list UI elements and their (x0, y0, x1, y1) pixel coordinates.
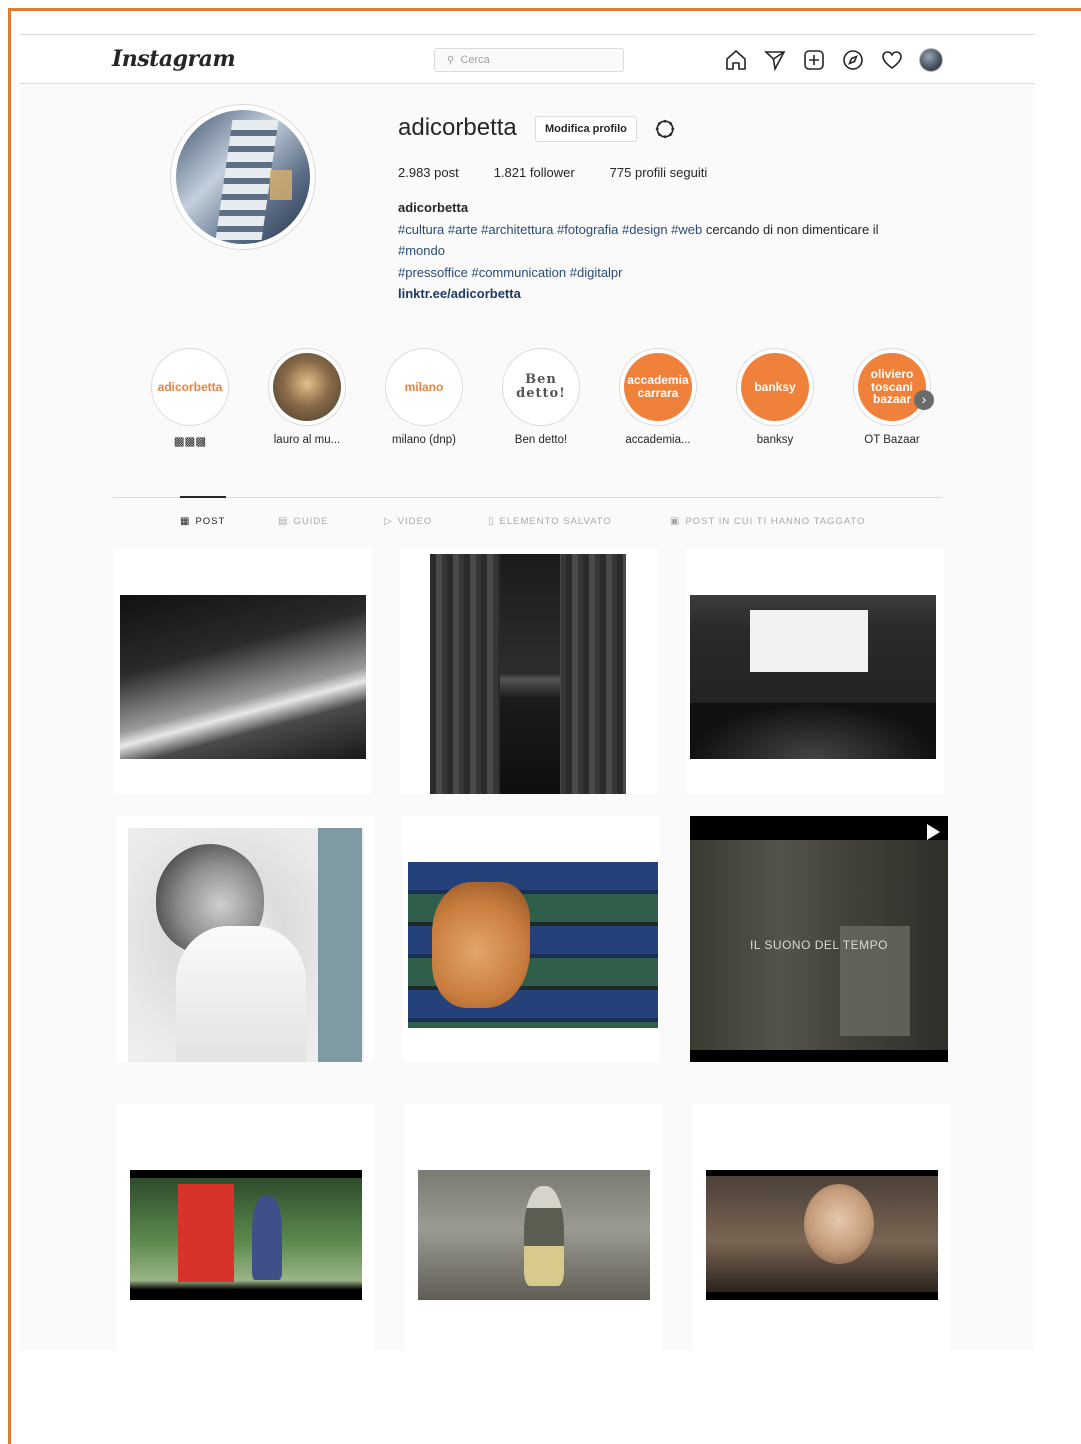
posts-count: 2.983 post (398, 165, 459, 180)
grid-icon: ▦ (180, 516, 191, 527)
home-icon[interactable] (724, 48, 748, 72)
tab-guide[interactable]: ▤ GUIDE (278, 516, 329, 527)
tagged-icon: ▣ (670, 516, 681, 527)
highlight-item[interactable]: lauro al mu... (267, 348, 347, 446)
highlight-ring: accademia carrara (619, 348, 697, 426)
highlight-cover: Ben detto! (507, 353, 575, 421)
active-tab-indicator (180, 496, 226, 498)
chevron-right-icon[interactable]: › (914, 390, 934, 410)
highlight-cover: milano (390, 353, 458, 421)
highlight-label: milano (dnp) (392, 434, 456, 446)
cinema-screen (750, 610, 868, 672)
instagram-logo[interactable]: Instagram (112, 46, 236, 72)
guide-icon: ▤ (278, 516, 289, 527)
theatre-stage-image (120, 595, 366, 759)
portrait-side-banner (318, 828, 362, 1062)
highlight-ring: Ben detto! (502, 348, 580, 426)
play-icon (927, 824, 940, 840)
search-icon: ⚲ (447, 55, 455, 66)
cinema-audience (690, 703, 936, 759)
profile-stats: 2.983 post 1.821 follower 775 profili se… (398, 165, 707, 180)
post-thumbnail[interactable] (114, 548, 372, 794)
highlight-ring: banksy (736, 348, 814, 426)
tab-label: VIDEO (397, 516, 433, 527)
curtain-opening (500, 554, 560, 794)
tab-label: POST (195, 516, 226, 527)
sculpture-park-image (130, 1170, 362, 1300)
video-caption: IL SUONO DEL TEMPO (750, 938, 888, 952)
highlight-ring (268, 348, 346, 426)
search-placeholder: Cerca (460, 54, 490, 66)
highlight-label: accademia... (625, 434, 691, 446)
highlight-ring: adicorbetta (151, 348, 229, 426)
profile-username: adicorbetta (398, 114, 517, 141)
tab-post[interactable]: ▦ POST (180, 516, 225, 527)
following-count[interactable]: 775 profili seguiti (610, 165, 708, 180)
highlight-item[interactable]: Ben detto! Ben detto! (501, 348, 581, 446)
hand-image (432, 882, 530, 1008)
tab-saved[interactable]: ▯ ELEMENTO SALVATO (488, 516, 612, 527)
highlight-cover: banksy (741, 353, 809, 421)
portrait-shirt (176, 926, 306, 1062)
highlight-cover: accademia carrara (624, 353, 692, 421)
post-thumbnail[interactable] (404, 1104, 662, 1350)
instagram-profile-page: Instagram ⚲ Cerca adicorbetta Modifica p… (20, 34, 1035, 1350)
activity-icon[interactable] (880, 48, 904, 72)
top-nav-bar: Instagram ⚲ Cerca (20, 34, 1035, 84)
tab-video[interactable]: ▷ VIDEO (384, 516, 432, 527)
bookmark-icon: ▯ (488, 516, 495, 527)
new-post-icon[interactable] (802, 48, 826, 72)
direct-icon[interactable] (763, 48, 787, 72)
highlight-ring: milano (385, 348, 463, 426)
seated-man (524, 1186, 564, 1286)
post-thumbnail-video[interactable]: IL SUONO DEL TEMPO (690, 816, 948, 1062)
followers-count[interactable]: 1.821 follower (494, 165, 575, 180)
bio-hashtags[interactable]: #cultura #arte #architettura #fotografia… (398, 222, 702, 237)
highlight-label: Ben detto! (514, 434, 568, 446)
post-thumbnail[interactable] (686, 548, 944, 794)
post-thumbnail[interactable] (116, 1104, 374, 1350)
highlight-label: ▩▩▩ (173, 436, 207, 448)
bio-hashtags-line-1[interactable]: #cultura #arte #architettura #fotografia… (398, 222, 879, 237)
post-thumbnail[interactable] (692, 1104, 950, 1350)
highlight-item[interactable]: adicorbetta ▩▩▩ (150, 348, 230, 448)
red-sculpture (178, 1184, 234, 1282)
post-thumbnail[interactable] (402, 816, 660, 1062)
highlight-item[interactable]: accademia carrara accademia... (618, 348, 698, 446)
speaking-woman (804, 1184, 874, 1264)
bio-link[interactable]: linktr.ee/adicorbetta (398, 286, 521, 301)
gear-icon[interactable] (654, 118, 676, 140)
bio-text: cercando di non dimenticare il (702, 222, 879, 237)
post-thumbnail[interactable] (116, 816, 374, 1062)
profile-photo (176, 110, 310, 244)
bio-hashtags-line-3[interactable]: #pressoffice #communication #digitalpr (398, 265, 623, 280)
search-input[interactable]: ⚲ Cerca (434, 48, 624, 72)
highlight-ring: oliviero toscani bazaar (853, 348, 931, 426)
tab-tagged[interactable]: ▣ POST IN CUI TI HANNO TAGGATO (670, 516, 865, 527)
tab-label: ELEMENTO SALVATO (499, 516, 612, 527)
highlight-item[interactable]: milano milano (dnp) (384, 348, 464, 446)
nav-icons (724, 47, 943, 73)
bio-name: adicorbetta (398, 200, 469, 215)
highlight-item[interactable]: banksy banksy (735, 348, 815, 446)
post-thumbnail[interactable] (400, 548, 658, 794)
profile-avatar[interactable] (170, 104, 316, 250)
bio-hashtags-line-2[interactable]: #mondo (398, 243, 445, 258)
tab-label: POST IN CUI TI HANNO TAGGATO (685, 516, 866, 527)
profile-avatar-small[interactable] (919, 48, 943, 72)
highlight-label: banksy (756, 434, 794, 446)
tabs-divider (113, 497, 942, 498)
highlight-cover: adicorbetta (156, 353, 224, 421)
explore-icon[interactable] (841, 48, 865, 72)
highlight-cover: oliviero toscani bazaar (858, 353, 926, 421)
video-icon: ▷ (384, 516, 393, 527)
highlight-label: OT Bazaar (864, 434, 920, 446)
highlight-label: lauro al mu... (273, 434, 341, 446)
edit-profile-button[interactable]: Modifica profilo (535, 116, 637, 142)
person-figure (252, 1196, 282, 1280)
highlight-cover (273, 353, 341, 421)
tab-label: GUIDE (293, 516, 329, 527)
